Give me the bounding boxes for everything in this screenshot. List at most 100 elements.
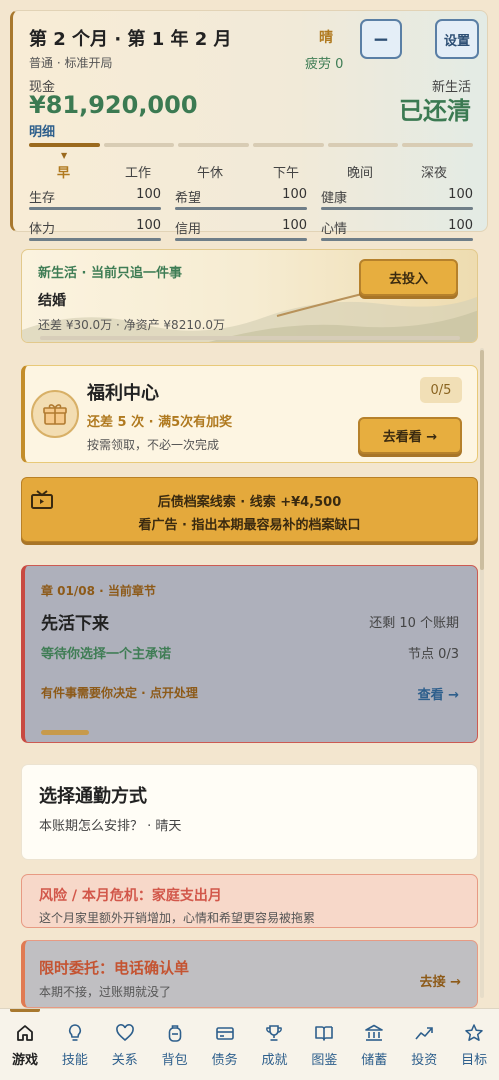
nav-item-goals[interactable]: 目标 — [449, 1009, 499, 1080]
welfare-go-button[interactable]: 去看看 → — [358, 417, 462, 454]
stat-bar-fill — [29, 207, 161, 210]
phase-label-night: 深夜 — [421, 166, 448, 181]
stat-credit: 信用 100 — [175, 218, 307, 241]
nav-item-savings[interactable]: 储蓄 — [349, 1009, 399, 1080]
nav-item-invest[interactable]: 投资 — [399, 1009, 449, 1080]
weather-label: 晴 — [319, 30, 333, 46]
horizontal-scrollbar[interactable] — [40, 336, 460, 340]
chapter-card[interactable]: 章 01/08 · 当前章节 先活下来 还剩 10 个账期 等待你选择一个主承诺… — [21, 565, 478, 743]
trend-icon — [415, 1027, 434, 1040]
stat-hope: 希望 100 — [175, 187, 307, 210]
phase-label-morning: 早 — [57, 166, 71, 181]
stat-value: 100 — [448, 187, 473, 202]
nav-label: 投资 — [411, 1053, 438, 1068]
commute-title: 选择通勤方式 — [39, 786, 147, 807]
phase-label-lunch: 午休 — [197, 166, 224, 181]
invest-button[interactable]: 去投入 — [359, 259, 458, 296]
ad-reward-text: 后债档案线索 · 线索 +¥4,500 — [157, 495, 342, 510]
new-life-goal: 结婚 — [38, 293, 66, 309]
chapter-progress-bar — [41, 730, 89, 735]
stat-name: 健康 — [321, 191, 348, 206]
nav-item-codex[interactable]: 图鉴 — [299, 1009, 349, 1080]
nav-label: 背包 — [161, 1053, 188, 1068]
phase-segment — [29, 143, 100, 147]
stat-bar-fill — [321, 207, 473, 210]
nav-label: 技能 — [61, 1053, 88, 1068]
phase-labels: 早 工作 午休 下午 晚间 深夜 — [29, 162, 473, 181]
star-icon — [465, 1024, 483, 1041]
card-icon — [215, 1027, 234, 1040]
phase-label-afternoon: 下午 — [273, 166, 300, 181]
welfare-title: 福利中心 — [87, 383, 159, 404]
chapter-label: 章 01/08 · 当前章节 — [41, 584, 156, 598]
stat-value: 100 — [136, 218, 161, 233]
ad-description: 看广告 · 指出本期最容易补的档案缺口 — [138, 518, 361, 533]
stat-bar-fill — [29, 238, 161, 241]
commission-subtitle: 本期不接，过账期就没了 — [39, 985, 172, 999]
chapter-status: 等待你选择一个主承诺 — [41, 647, 172, 662]
stat-value: 100 — [282, 187, 307, 202]
nav-label: 债务 — [211, 1053, 238, 1068]
game-mode: 普通 · 标准开局 — [29, 56, 113, 70]
nav-label: 游戏 — [11, 1053, 38, 1068]
nav-item-relations[interactable]: 关系 — [100, 1009, 150, 1080]
chapter-decision-prompt: 有件事需要你决定 · 点开处理 — [41, 686, 198, 700]
commission-title: 限时委托：电话确认单 — [39, 959, 190, 977]
lightbulb-icon — [68, 1024, 81, 1041]
home-icon — [17, 1025, 33, 1041]
commute-card[interactable]: 选择通勤方式 本账期怎么安排？ · 晴天 — [21, 764, 478, 860]
phase-segment — [327, 143, 399, 147]
stat-value: 100 — [282, 218, 307, 233]
phase-segment — [253, 143, 324, 147]
welfare-note: 按需领取，不必一次完成 — [87, 438, 220, 452]
chapter-title: 先活下来 — [41, 614, 109, 634]
stat-bar-fill — [175, 207, 307, 210]
book-icon — [315, 1026, 334, 1041]
nav-item-achievements[interactable]: 成就 — [250, 1009, 300, 1080]
trophy-icon — [266, 1025, 283, 1041]
stat-survival: 生存 100 — [29, 187, 161, 210]
chapter-view-link[interactable]: 查看 → — [418, 684, 459, 703]
new-life-status: 已还清 — [399, 97, 471, 125]
chapter-node-count: 节点 0/3 — [407, 647, 459, 662]
nav-label: 目标 — [461, 1053, 488, 1068]
minimize-button[interactable]: − — [360, 19, 402, 59]
current-phase-marker-icon: ▼ — [61, 151, 68, 160]
stat-name: 心情 — [321, 222, 348, 237]
chapter-remaining: 还剩 10 个账期 — [369, 616, 459, 631]
backpack-icon — [168, 1025, 181, 1042]
commission-accept-link[interactable]: 去接 → — [420, 971, 461, 990]
nav-item-backpack[interactable]: 背包 — [150, 1009, 200, 1080]
welfare-card[interactable]: 福利中心 还差 5 次 · 满5次有加奖 按需领取，不必一次完成 0/5 去看看… — [21, 365, 478, 463]
phase-label-work: 工作 — [125, 166, 152, 181]
phase-segment — [178, 143, 250, 147]
status-card: 第 2 个月 · 第 1 年 2 月 晴 疲劳 0 − 设置 普通 · 标准开局… — [10, 10, 488, 241]
stat-mood: 心情 100 — [321, 218, 473, 241]
stat-name: 信用 — [175, 222, 202, 237]
nav-item-debt[interactable]: 债务 — [200, 1009, 250, 1080]
fatigue-label: 疲劳 0 — [305, 57, 344, 72]
phase-segment — [103, 143, 175, 147]
risk-card[interactable]: 风险 / 本月危机：家庭支出月 这个月家里额外开销增加，心情和希望更容易被拖累 — [21, 874, 478, 928]
nav-label: 成就 — [261, 1053, 288, 1068]
ad-clue-button[interactable]: 后债档案线索 · 线索 +¥4,500 看广告 · 指出本期最容易补的档案缺口 — [21, 477, 478, 542]
commute-subtitle: 本账期怎么安排？ · 晴天 — [39, 819, 182, 834]
welfare-subtitle: 还差 5 次 · 满5次有加奖 — [87, 415, 233, 430]
stat-stamina: 体力 100 — [29, 218, 161, 241]
phase-track — [29, 143, 474, 147]
stat-value: 100 — [448, 218, 473, 233]
commission-card[interactable]: 限时委托：电话确认单 本期不接，过账期就没了 去接 → — [21, 940, 478, 1008]
nav-label: 关系 — [111, 1053, 138, 1068]
phase-segment — [402, 143, 474, 147]
bank-icon — [365, 1024, 384, 1041]
nav-item-game[interactable]: 游戏 — [0, 1009, 50, 1080]
scrollbar-thumb[interactable] — [480, 350, 484, 570]
new-life-card[interactable]: 新生活 · 当前只追一件事 结婚 还差 ¥30.0万 · 净资产 ¥8210.0… — [21, 249, 478, 343]
risk-description: 这个月家里额外开销增加，心情和希望更容易被拖累 — [39, 911, 316, 925]
stat-name: 生存 — [29, 191, 56, 206]
month-title: 第 2 个月 · 第 1 年 2 月 — [29, 29, 232, 50]
stat-health: 健康 100 — [321, 187, 473, 210]
cash-detail-link[interactable]: 明细 — [29, 121, 55, 140]
nav-item-skills[interactable]: 技能 — [50, 1009, 100, 1080]
settings-button[interactable]: 设置 — [435, 19, 479, 59]
